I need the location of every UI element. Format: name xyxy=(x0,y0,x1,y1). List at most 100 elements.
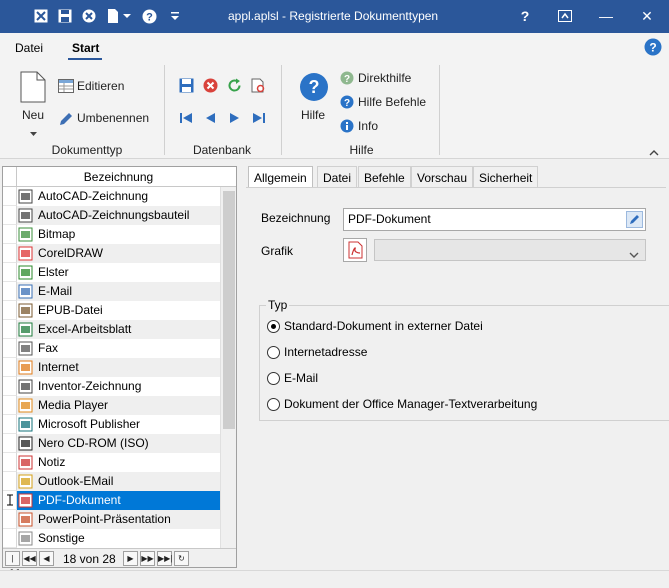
typ-radio-option[interactable]: Dokument der Office Manager-Textverarbei… xyxy=(267,396,667,414)
row-selector[interactable] xyxy=(3,206,17,225)
fax-icon xyxy=(18,341,33,356)
cancel-icon[interactable] xyxy=(81,8,97,24)
help-large-icon[interactable]: ? xyxy=(299,72,329,105)
last-record-icon[interactable] xyxy=(253,112,266,127)
radio-circle[interactable] xyxy=(267,320,280,333)
row-selector[interactable] xyxy=(3,282,17,301)
row-selector[interactable] xyxy=(3,434,17,453)
row-selector[interactable] xyxy=(3,244,17,263)
list-item[interactable]: Sonstige xyxy=(3,529,220,548)
row-selector[interactable] xyxy=(3,396,17,415)
tab-befehle[interactable]: Befehle xyxy=(358,166,411,188)
list-item[interactable]: AutoCAD-Zeichnung xyxy=(3,187,220,206)
tab-datei[interactable]: Datei xyxy=(15,41,43,55)
row-selector[interactable] xyxy=(3,510,17,529)
scrollbar-thumb[interactable] xyxy=(223,191,235,429)
nav-last-icon[interactable]: ▶▶| xyxy=(157,551,172,566)
list-item[interactable]: Media Player xyxy=(3,396,220,415)
list-item[interactable]: PowerPoint-Präsentation xyxy=(3,510,220,529)
row-selector[interactable] xyxy=(3,263,17,282)
window-help-button[interactable]: ? xyxy=(515,6,535,26)
list-item[interactable]: Elster xyxy=(3,263,220,282)
radio-circle[interactable] xyxy=(267,398,280,411)
list-item[interactable]: Internet xyxy=(3,358,220,377)
dropdown-arrow-icon[interactable] xyxy=(122,8,132,24)
list-item[interactable]: EPUB-Datei xyxy=(3,301,220,320)
list-item[interactable]: Excel-Arbeitsblatt xyxy=(3,320,220,339)
minimize-button[interactable]: — xyxy=(596,6,616,26)
list-item[interactable]: E-Mail xyxy=(3,282,220,301)
list-item[interactable]: Outlook-EMail xyxy=(3,472,220,491)
bezeichnung-input[interactable]: PDF-Dokument xyxy=(343,208,646,231)
row-selector[interactable] xyxy=(3,491,17,510)
radio-circle[interactable] xyxy=(267,372,280,385)
grafik-pdf-icon[interactable] xyxy=(343,238,367,262)
nav-prev-icon[interactable]: ◀ xyxy=(39,551,54,566)
list-item[interactable]: Inventor-Zeichnung xyxy=(3,377,220,396)
row-selector[interactable] xyxy=(3,415,17,434)
help-commands-button[interactable]: Hilfe Befehle xyxy=(358,95,426,109)
typ-radio-option[interactable]: E-Mail xyxy=(267,370,667,388)
new-button[interactable]: Neu xyxy=(22,108,44,122)
ribbon-help-icon[interactable]: ? xyxy=(644,38,662,59)
help-button[interactable]: Hilfe xyxy=(301,108,325,122)
grafik-select[interactable] xyxy=(374,239,646,261)
list-item[interactable]: Fax xyxy=(3,339,220,358)
tab-sicherheit[interactable]: Sicherheit xyxy=(473,166,539,188)
next-record-icon[interactable] xyxy=(230,112,240,127)
tab-start[interactable]: Start xyxy=(72,41,99,55)
list-item[interactable]: AutoCAD-Zeichnungsbauteil xyxy=(3,206,220,225)
db-cancel-icon[interactable] xyxy=(203,78,218,96)
row-selector[interactable] xyxy=(3,529,17,548)
db-search-document-icon[interactable] xyxy=(251,78,266,96)
tab-datei-detail[interactable]: Datei xyxy=(317,166,358,188)
info-button[interactable]: Info xyxy=(358,119,378,133)
vertical-scrollbar[interactable] xyxy=(220,187,236,548)
nav-prev-page-icon[interactable]: ◀◀ xyxy=(22,551,37,566)
list-item[interactable]: Bitmap xyxy=(3,225,220,244)
typ-radio-option[interactable]: Internetadresse xyxy=(267,344,667,362)
direct-help-button[interactable]: Direkthilfe xyxy=(358,71,411,85)
edit-button[interactable]: Editieren xyxy=(77,79,124,93)
row-selector[interactable] xyxy=(3,339,17,358)
tab-vorschau[interactable]: Vorschau xyxy=(411,166,474,188)
close-doc-icon[interactable] xyxy=(33,8,49,24)
customize-toolbar-icon[interactable] xyxy=(170,8,180,24)
row-selector[interactable] xyxy=(3,453,17,472)
new-document-large-icon[interactable] xyxy=(20,71,46,106)
new-dropdown-icon[interactable] xyxy=(30,125,37,139)
column-header-bezeichnung[interactable]: Bezeichnung xyxy=(17,167,220,187)
tab-allgemein[interactable]: Allgemein xyxy=(248,166,313,188)
collapse-ribbon-icon[interactable] xyxy=(649,145,659,159)
nav-next-page-icon[interactable]: ▶▶ xyxy=(140,551,155,566)
row-selector[interactable] xyxy=(3,472,17,491)
nav-refresh-icon[interactable]: ↻ xyxy=(174,551,189,566)
close-window-button[interactable]: ✕ xyxy=(637,6,657,26)
db-save-icon[interactable] xyxy=(179,78,194,96)
list-item[interactable]: Notiz xyxy=(3,453,220,472)
row-selector[interactable] xyxy=(3,187,17,206)
first-record-icon[interactable] xyxy=(180,112,193,127)
typ-radio-option[interactable]: Standard-Dokument in externer Datei xyxy=(267,318,667,336)
list-item[interactable]: Nero CD-ROM (ISO) xyxy=(3,434,220,453)
row-selector[interactable] xyxy=(3,358,17,377)
previous-record-icon[interactable] xyxy=(205,112,215,127)
row-selector[interactable] xyxy=(3,301,17,320)
new-document-icon[interactable] xyxy=(105,8,121,24)
help-circle-icon[interactable]: ? xyxy=(141,8,157,24)
edit-pencil-icon[interactable] xyxy=(626,211,643,228)
save-icon[interactable] xyxy=(57,8,73,24)
row-selector[interactable] xyxy=(3,377,17,396)
list-item[interactable]: PDF-Dokument xyxy=(3,491,220,510)
list-item[interactable]: Microsoft Publisher xyxy=(3,415,220,434)
record-navigator: |◀◀ ◀◀ ◀ 18 von 28 ▶ ▶▶ ▶▶| ↻ xyxy=(3,548,236,576)
rename-button[interactable]: Umbenennen xyxy=(77,111,149,125)
radio-circle[interactable] xyxy=(267,346,280,359)
restore-ribbon-icon[interactable] xyxy=(555,6,575,26)
row-selector[interactable] xyxy=(3,320,17,339)
list-item[interactable]: CorelDRAW xyxy=(3,244,220,263)
row-selector[interactable] xyxy=(3,225,17,244)
db-refresh-icon[interactable] xyxy=(227,78,242,96)
nav-next-icon[interactable]: ▶ xyxy=(123,551,138,566)
nav-first-icon[interactable]: |◀◀ xyxy=(5,551,20,576)
